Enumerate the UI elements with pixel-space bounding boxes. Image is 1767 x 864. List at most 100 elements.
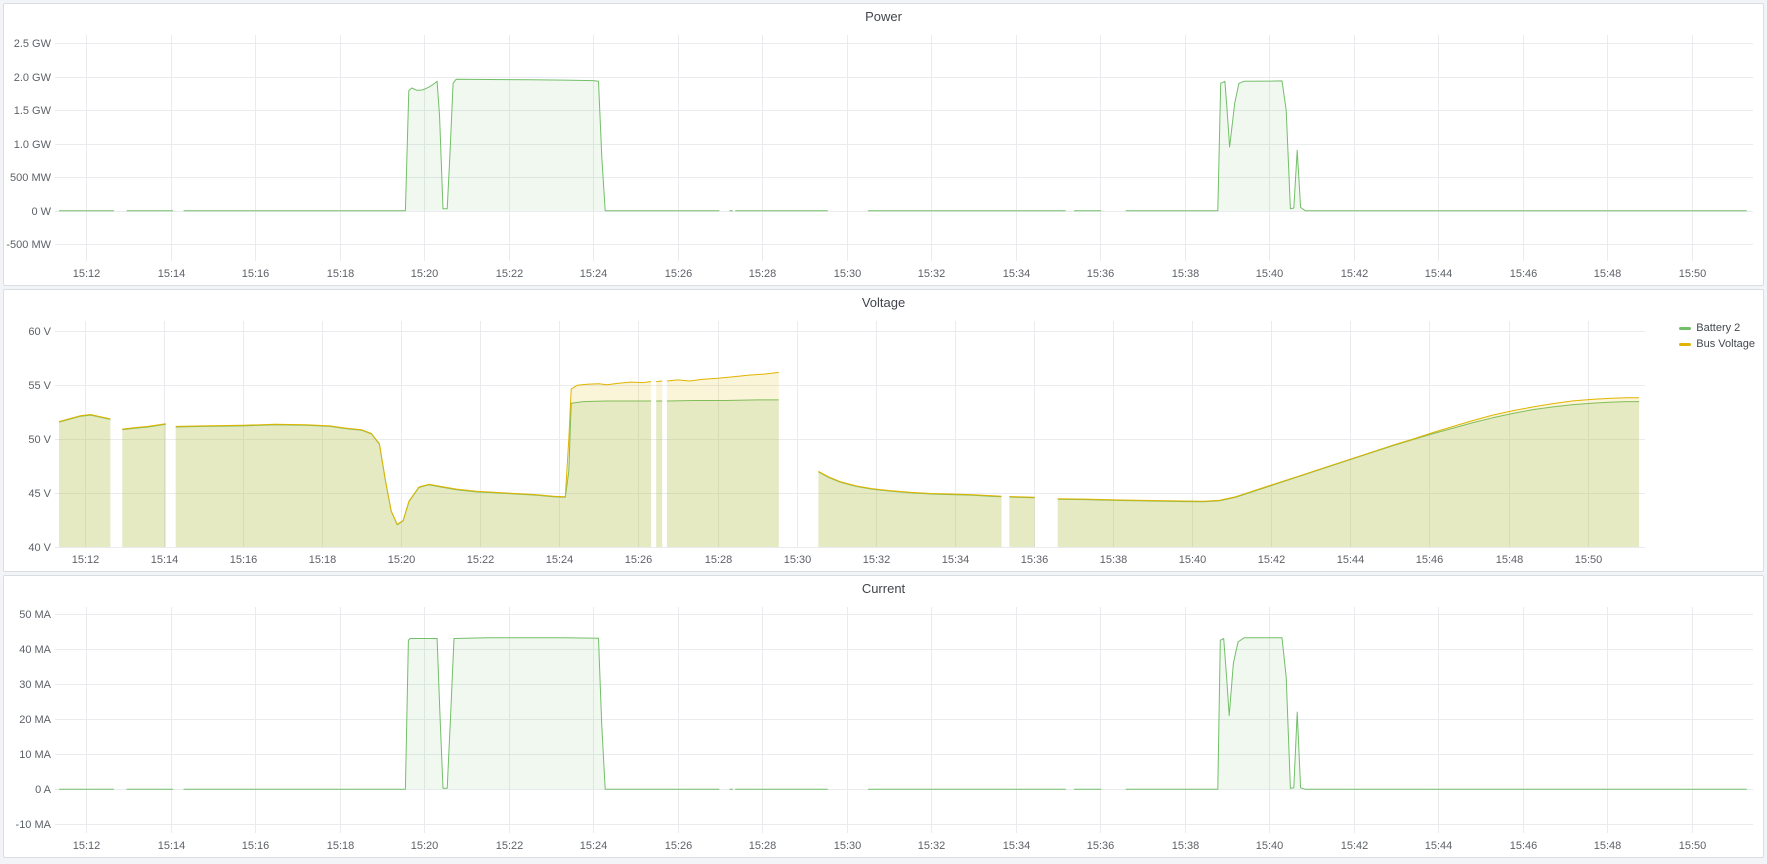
panel-title-power[interactable]: Power <box>4 4 1763 29</box>
x-tick-label: 15:48 <box>1594 840 1622 852</box>
axis-labels: 50 MA40 MA30 MA20 MA10 MA0 A-10 MA15:121… <box>16 609 1707 852</box>
y-tick-label: 0 A <box>35 784 52 796</box>
y-tick-label: -500 MW <box>6 239 51 251</box>
x-tick-label: 15:42 <box>1341 840 1369 852</box>
x-tick-label: 15:46 <box>1510 268 1538 280</box>
legend-label: Battery 2 <box>1696 322 1740 334</box>
series-color-swatch-icon <box>1679 343 1691 346</box>
x-tick-label: 15:16 <box>230 554 258 566</box>
axis-labels: 2.5 GW 2.0 GW 1.5 GW 1.0 GW 500 MW 0 W -500 MW… <box>6 38 1706 280</box>
y-tick-label: 45 V <box>28 488 51 500</box>
y-tick-label: 50 V <box>28 434 51 446</box>
x-tick-label: 15:50 <box>1679 840 1707 852</box>
x-tick-label: 15:24 <box>580 268 608 280</box>
y-tick-label: 20 MA <box>19 714 51 726</box>
y-tick-label: 40 V <box>28 542 51 554</box>
y-tick-label: 60 V <box>28 326 51 338</box>
x-tick-label: 15:18 <box>309 554 337 566</box>
x-tick-label: 15:20 <box>388 554 416 566</box>
x-tick-label: 15:22 <box>496 840 524 852</box>
x-tick-label: 15:34 <box>1003 268 1031 280</box>
gridlines <box>55 35 1753 261</box>
power-chart[interactable]: 2.5 GW 2.0 GW 1.5 GW 1.0 GW 500 MW 0 W -500 MW… <box>4 29 1763 285</box>
x-tick-label: 15:44 <box>1425 268 1453 280</box>
x-tick-label: 15:22 <box>496 268 524 280</box>
y-tick-label: 1.5 GW <box>14 105 52 117</box>
gridlines <box>55 607 1753 833</box>
x-tick-label: 15:32 <box>918 840 946 852</box>
x-tick-label: 15:44 <box>1425 840 1453 852</box>
x-tick-label: 15:14 <box>158 268 186 280</box>
x-tick-label: 15:26 <box>665 840 693 852</box>
x-tick-label: 15:50 <box>1575 554 1603 566</box>
panel-voltage: Voltage 60 V 55 V 50 V 45 V 40 V 15:12 15:14 15… <box>3 289 1764 572</box>
x-tick-label: 15:24 <box>580 840 608 852</box>
x-tick-label: 15:26 <box>665 268 693 280</box>
x-tick-label: 15:36 <box>1021 554 1049 566</box>
x-tick-label: 15:28 <box>749 840 777 852</box>
legend-item-battery-2[interactable]: Battery 2 <box>1679 322 1755 334</box>
x-tick-label: 15:14 <box>158 840 186 852</box>
panel-current: Current 50 MA40 MA30 MA20 MA10 MA0 A-10 … <box>3 575 1764 858</box>
x-tick-label: 15:12 <box>73 840 101 852</box>
x-tick-label: 15:34 <box>942 554 970 566</box>
legend-label: Bus Voltage <box>1696 338 1755 350</box>
power-chart-canvas[interactable]: 2.5 GW 2.0 GW 1.5 GW 1.0 GW 500 MW 0 W -500 MW… <box>4 29 1763 285</box>
x-tick-label: 15:40 <box>1256 840 1284 852</box>
x-tick-label: 15:36 <box>1087 840 1115 852</box>
x-tick-label: 15:38 <box>1100 554 1128 566</box>
current-area <box>59 638 1747 789</box>
x-tick-label: 15:36 <box>1087 268 1115 280</box>
dashboard: Power 2.5 GW 2.0 GW 1.5 GW 1.0 GW 500 MW 0 W -… <box>0 0 1767 864</box>
x-tick-label: 15:30 <box>784 554 812 566</box>
x-tick-label: 15:12 <box>72 554 100 566</box>
x-tick-label: 15:32 <box>863 554 891 566</box>
y-tick-label: 50 MA <box>19 609 51 621</box>
x-tick-label: 15:40 <box>1179 554 1207 566</box>
x-tick-label: 15:24 <box>546 554 574 566</box>
x-tick-label: 15:38 <box>1172 268 1200 280</box>
voltage-chart[interactable]: 60 V 55 V 50 V 45 V 40 V 15:12 15:14 15:16 15:18… <box>4 315 1763 571</box>
y-tick-label: 0 W <box>31 206 51 218</box>
x-tick-label: 15:26 <box>625 554 653 566</box>
x-tick-label: 15:16 <box>242 840 270 852</box>
x-tick-label: 15:38 <box>1172 840 1200 852</box>
x-tick-label: 15:46 <box>1510 840 1538 852</box>
x-tick-label: 15:46 <box>1416 554 1444 566</box>
x-tick-label: 15:14 <box>151 554 179 566</box>
y-tick-label: 10 MA <box>19 749 51 761</box>
y-tick-label: 500 MW <box>10 172 52 184</box>
x-tick-label: 15:30 <box>834 268 862 280</box>
x-tick-label: 15:40 <box>1256 268 1284 280</box>
x-tick-label: 15:32 <box>918 268 946 280</box>
x-tick-label: 15:20 <box>411 268 439 280</box>
voltage-chart-canvas[interactable]: 60 V 55 V 50 V 45 V 40 V 15:12 15:14 15:16 15:18… <box>4 315 1763 571</box>
x-tick-label: 15:50 <box>1679 268 1707 280</box>
x-tick-label: 15:48 <box>1496 554 1524 566</box>
x-tick-label: 15:34 <box>1003 840 1031 852</box>
x-tick-label: 15:28 <box>705 554 733 566</box>
x-tick-label: 15:18 <box>327 268 355 280</box>
panel-power: Power 2.5 GW 2.0 GW 1.5 GW 1.0 GW 500 MW 0 W -… <box>3 3 1764 286</box>
Bus Voltage-area <box>59 372 1639 547</box>
current-chart[interactable]: 50 MA40 MA30 MA20 MA10 MA0 A-10 MA15:121… <box>4 601 1763 857</box>
x-tick-label: 15:22 <box>467 554 495 566</box>
y-tick-label: -10 MA <box>16 819 52 831</box>
y-tick-label: 40 MA <box>19 644 51 656</box>
legend: Battery 2 Bus Voltage <box>1679 322 1755 350</box>
y-tick-label: 2.0 GW <box>14 72 52 84</box>
y-tick-label: 2.5 GW <box>14 38 52 50</box>
x-tick-label: 15:16 <box>242 268 270 280</box>
series-color-swatch-icon <box>1679 327 1691 330</box>
x-tick-label: 15:48 <box>1594 268 1622 280</box>
x-tick-label: 15:42 <box>1258 554 1286 566</box>
panel-title-current[interactable]: Current <box>4 576 1763 601</box>
y-tick-label: 55 V <box>28 380 51 392</box>
x-tick-label: 15:18 <box>327 840 355 852</box>
legend-item-bus-voltage[interactable]: Bus Voltage <box>1679 338 1755 350</box>
panel-title-voltage[interactable]: Voltage <box>4 290 1763 315</box>
x-tick-label: 15:20 <box>411 840 439 852</box>
current-chart-canvas[interactable]: 50 MA40 MA30 MA20 MA10 MA0 A-10 MA15:121… <box>4 601 1763 857</box>
x-tick-label: 15:42 <box>1341 268 1369 280</box>
y-tick-label: 1.0 GW <box>14 139 52 151</box>
